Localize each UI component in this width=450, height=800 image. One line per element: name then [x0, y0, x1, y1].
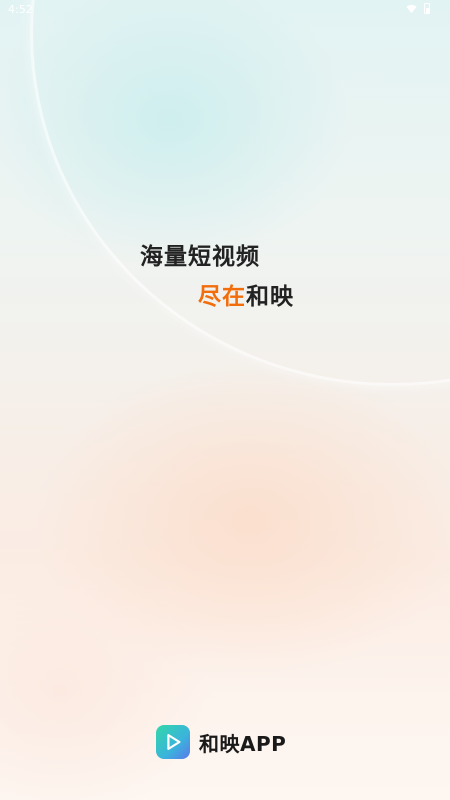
slogan-line-2: 尽在和映 [198, 283, 294, 311]
brand-name: 和映APP [199, 731, 287, 756]
brand-footer: 和映APP [156, 724, 286, 760]
status-icons [406, 3, 430, 14]
splash-screen: 4:52 海量短视频 尽在和映 和映APP [0, 0, 450, 800]
slogan-highlight: 尽在 [198, 284, 246, 310]
wifi-icon [406, 4, 417, 14]
status-bar: 4:52 [0, 0, 450, 20]
status-time: 4:52 [8, 3, 33, 16]
decorative-arc [30, 0, 450, 386]
slogan-line-1: 海量短视频 [140, 244, 260, 270]
battery-icon [424, 3, 430, 14]
play-logo-icon [156, 725, 190, 759]
slogan-brand-word: 和映 [246, 284, 294, 310]
